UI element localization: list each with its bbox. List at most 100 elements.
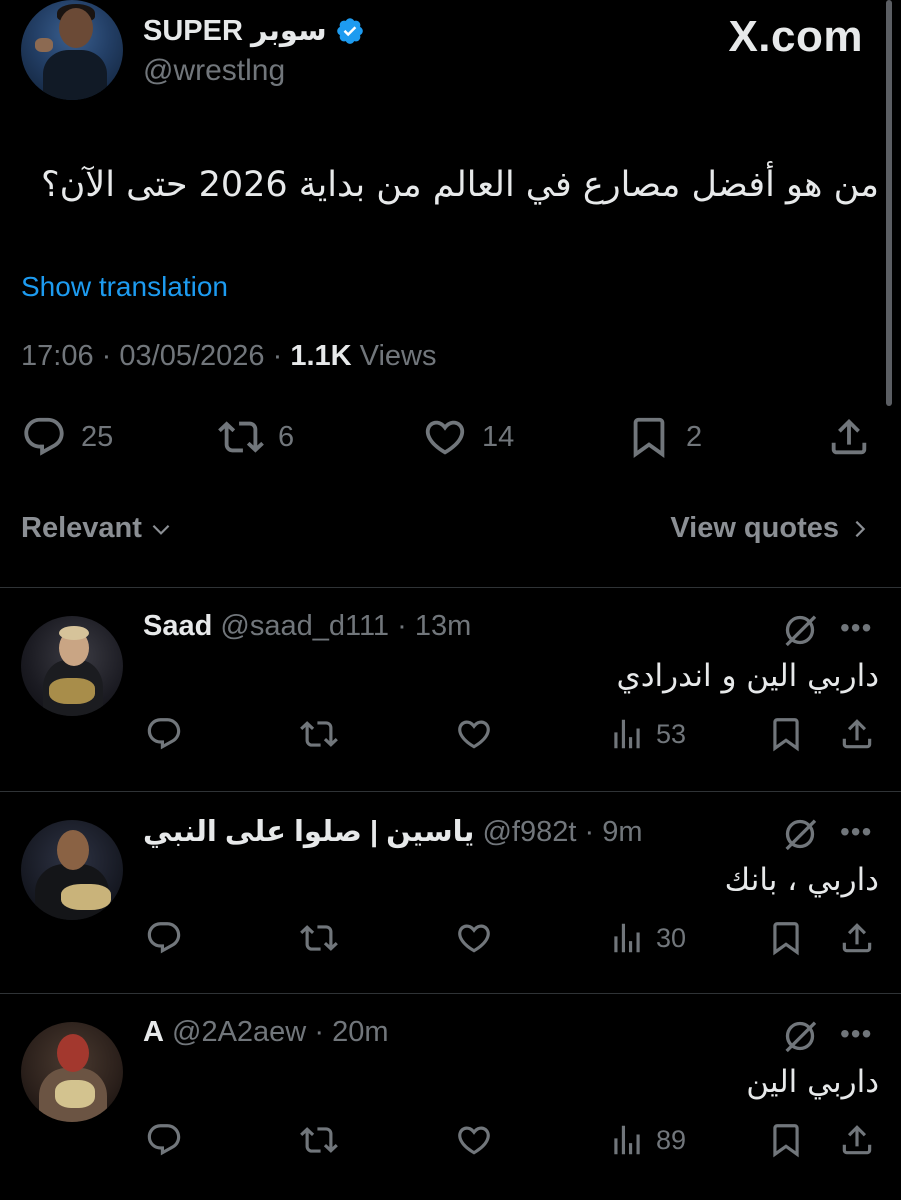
views-button[interactable]: 89 <box>608 1118 686 1162</box>
views-label: Views <box>359 340 437 372</box>
author-handle[interactable]: @wrestlng <box>143 54 285 88</box>
sort-dropdown[interactable]: Relevant <box>21 512 174 545</box>
share-icon <box>831 418 867 455</box>
reply-text: داربي الين و اندرادي <box>616 658 879 694</box>
reply-item[interactable]: ياسين | صلوا على النبي @f982t · 9m ••• د… <box>0 792 901 992</box>
bookmark-icon <box>773 922 799 956</box>
share-icon <box>842 1125 872 1155</box>
reply-avatar[interactable] <box>21 616 123 716</box>
views-button[interactable]: 30 <box>608 916 686 960</box>
reply-avatar[interactable] <box>21 820 123 920</box>
bookmark-button[interactable]: 2 <box>626 412 702 462</box>
bookmark-count: 2 <box>686 420 703 453</box>
reply-time[interactable]: 20m <box>332 1016 388 1048</box>
post-header: SUPER سوبر @wrestlng X.com <box>0 0 901 110</box>
scrollbar[interactable] <box>886 0 892 406</box>
meta-separator: · <box>397 610 407 642</box>
reply-author-handle[interactable]: @f982t <box>482 816 576 848</box>
like-count: 14 <box>482 420 515 453</box>
reply-button[interactable] <box>145 1118 183 1162</box>
bookmark-icon <box>773 718 799 752</box>
like-button[interactable] <box>455 916 493 960</box>
meta-separator: · <box>272 340 283 372</box>
reply-item[interactable]: Saad @saad_d111 · 13m ••• داربي الين و ا… <box>0 588 901 790</box>
reply-time[interactable]: 13m <box>415 610 471 642</box>
repost-button[interactable] <box>300 1118 338 1162</box>
author-name-row[interactable]: SUPER سوبر <box>143 13 365 48</box>
repost-button[interactable] <box>300 712 338 756</box>
grok-icon[interactable] <box>780 610 820 650</box>
meta-separator: · <box>314 1016 324 1048</box>
reply-text: داربي ، بانك <box>724 862 879 898</box>
chevron-right-icon <box>855 520 866 537</box>
reply-icon <box>147 718 181 750</box>
share-button[interactable] <box>838 916 876 960</box>
repost-button[interactable] <box>300 916 338 960</box>
share-icon <box>842 923 872 953</box>
more-icon[interactable]: ••• <box>840 816 872 848</box>
verified-badge-icon <box>336 17 363 44</box>
like-button[interactable] <box>455 712 493 756</box>
reply-time[interactable]: 9m <box>602 816 642 848</box>
more-icon[interactable]: ••• <box>840 1018 872 1050</box>
reply-icon <box>147 922 181 954</box>
views-button[interactable]: 53 <box>608 712 686 756</box>
reply-button[interactable] <box>145 712 183 756</box>
bookmark-button[interactable] <box>767 1118 805 1162</box>
grok-icon[interactable] <box>780 1016 820 1056</box>
reply-header: Saad @saad_d111 · 13m <box>143 610 471 643</box>
reply-button[interactable]: 25 <box>21 412 113 462</box>
views-count: 30 <box>656 922 687 953</box>
more-icon[interactable]: ••• <box>840 612 872 644</box>
post-text: من هو أفضل مصارع في العالم من بداية 2026… <box>41 165 879 205</box>
repost-icon <box>300 925 338 951</box>
reply-text: داربي الين <box>746 1064 879 1100</box>
share-button[interactable] <box>826 412 872 462</box>
meta-separator: · <box>101 340 112 372</box>
post-date[interactable]: 03/05/2026 <box>119 340 264 372</box>
grok-icon[interactable] <box>780 814 820 854</box>
like-icon <box>458 720 490 749</box>
author-name[interactable]: SUPER سوبر <box>143 13 327 48</box>
reply-header: A @2A2aew · 20m <box>143 1016 388 1049</box>
post-detail-page: SUPER سوبر @wrestlng X.com من هو أفضل مص… <box>0 0 901 1200</box>
reply-author-handle[interactable]: @saad_d111 <box>220 610 389 642</box>
view-quotes-label: View quotes <box>670 512 839 544</box>
views-icon <box>614 719 640 749</box>
share-button[interactable] <box>838 712 876 756</box>
like-icon <box>458 1126 490 1155</box>
bookmark-icon <box>633 417 665 458</box>
sort-label: Relevant <box>21 512 142 544</box>
reply-author-name[interactable]: A <box>143 1016 164 1048</box>
share-button[interactable] <box>838 1118 876 1162</box>
reply-icon <box>147 1124 181 1156</box>
repost-icon <box>218 421 264 453</box>
repost-count: 6 <box>278 420 295 453</box>
reply-button[interactable] <box>145 916 183 960</box>
bookmark-button[interactable] <box>767 712 805 756</box>
bookmark-button[interactable] <box>767 916 805 960</box>
repost-icon <box>300 1127 338 1153</box>
views-icon <box>614 923 640 953</box>
reply-avatar[interactable] <box>21 1022 123 1122</box>
view-quotes-link[interactable]: View quotes <box>670 512 871 545</box>
post-time[interactable]: 17:06 <box>21 340 94 372</box>
views-icon <box>614 1125 640 1155</box>
like-button[interactable]: 14 <box>422 412 514 462</box>
reply-author-handle[interactable]: @2A2aew <box>172 1016 306 1048</box>
repost-button[interactable]: 6 <box>218 412 294 462</box>
reply-author-name[interactable]: Saad <box>143 610 212 642</box>
brand-watermark: X.com <box>728 12 863 61</box>
views-count: 89 <box>656 1124 687 1155</box>
views-count: 53 <box>656 718 687 749</box>
repost-icon <box>300 721 338 747</box>
reply-item[interactable]: A @2A2aew · 20m ••• داربي الين 89 <box>0 994 901 1200</box>
author-avatar[interactable] <box>21 0 123 100</box>
show-translation-link[interactable]: Show translation <box>21 271 228 303</box>
like-button[interactable] <box>455 1118 493 1162</box>
bookmark-icon <box>773 1124 799 1158</box>
views-count: 1.1K <box>290 340 352 372</box>
meta-separator: · <box>584 816 595 848</box>
post-meta: 17:06 · 03/05/2026 · 1.1K Views <box>21 340 437 373</box>
reply-author-name[interactable]: ياسين | صلوا على النبي <box>143 816 474 848</box>
